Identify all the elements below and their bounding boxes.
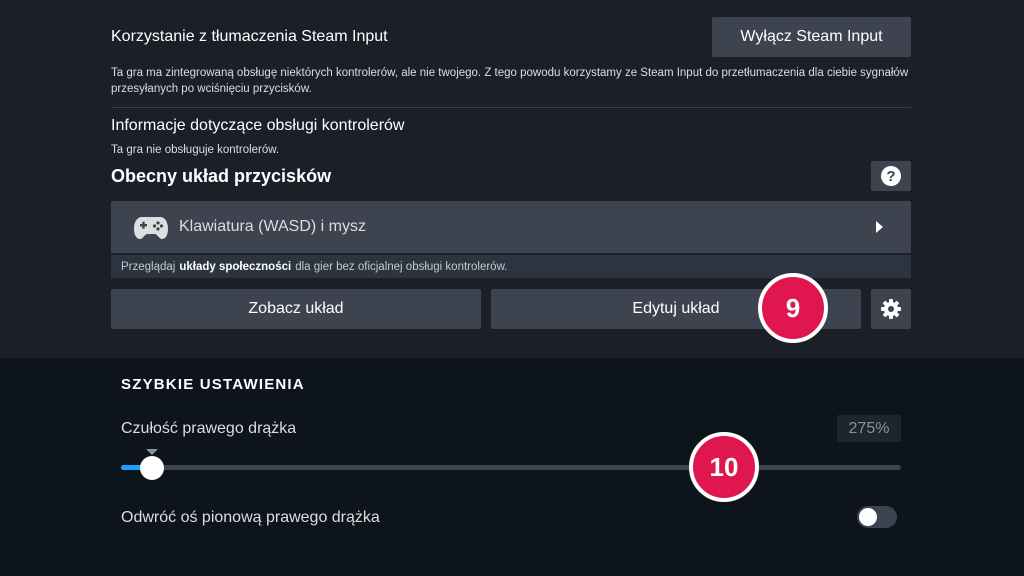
chevron-right-icon (876, 221, 883, 233)
invert-axis-label: Odwróć oś pionową prawego drążka (121, 509, 380, 526)
divider (111, 107, 911, 108)
controller-info-description: Ta gra nie obsługuje kontrolerów. (111, 144, 280, 156)
controller-info-title: Informacje dotyczące obsługi kontrolerów (111, 117, 405, 134)
current-layout-title: Obecny układ przycisków (111, 166, 332, 186)
sensitivity-value: 275% (837, 415, 901, 442)
current-layout-label: Klawiatura (WASD) i mysz (179, 218, 366, 235)
layout-selector[interactable]: Klawiatura (WASD) i mysz (111, 201, 911, 253)
gear-icon (881, 299, 901, 319)
question-icon: ? (881, 166, 901, 186)
sensitivity-slider-track[interactable] (121, 465, 901, 470)
steam-input-description: Ta gra ma zintegrowaną obsługę niektóryc… (111, 67, 909, 95)
steam-input-title: Korzystanie z tłumaczenia Steam Input (111, 28, 388, 45)
gamepad-icon (134, 217, 168, 239)
sensitivity-label: Czułość prawego drążka (121, 420, 297, 437)
quick-settings-title: SZYBKIE USTAWIENIA (121, 376, 305, 393)
default-value-marker (146, 449, 159, 455)
community-suffix: dla gier bez oficjalnej obsługi kontrole… (295, 260, 508, 273)
community-prefix: Przeglądaj (121, 260, 176, 273)
help-button[interactable]: ? (871, 161, 911, 191)
disable-steam-input-button[interactable]: Wyłącz Steam Input (712, 17, 911, 57)
sensitivity-slider-thumb[interactable] (140, 456, 165, 480)
layout-settings-button[interactable] (871, 289, 911, 329)
community-layouts-link[interactable]: układy społeczności (179, 261, 291, 273)
step-badge-9: 9 (758, 273, 828, 343)
step-badge-10: 10 (689, 432, 759, 502)
view-layout-button[interactable]: Zobacz układ (111, 289, 481, 329)
invert-axis-toggle[interactable] (857, 506, 897, 528)
toggle-knob (859, 508, 877, 526)
